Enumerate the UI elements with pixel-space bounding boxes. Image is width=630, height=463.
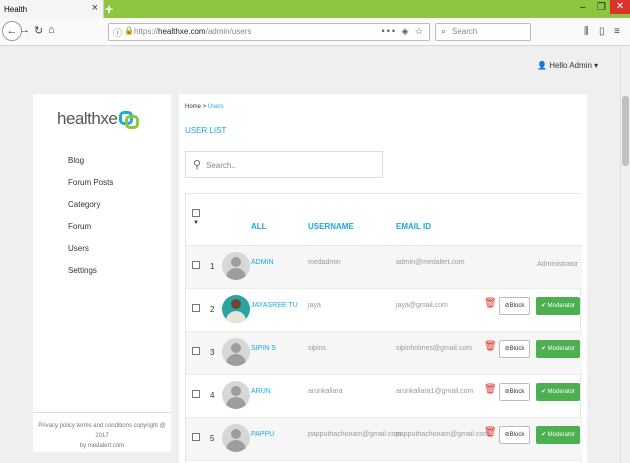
tab-close-icon[interactable]: ×: [92, 2, 98, 14]
sidebar-item-settings[interactable]: Settings: [68, 266, 113, 288]
search-icon: ⚲: [193, 159, 202, 171]
table-row: 4 ARUN arunkallara arunkallara1@gmail.co…: [186, 375, 582, 418]
user-name-link[interactable]: ARUN: [251, 388, 271, 395]
scroll-thumb[interactable]: [622, 96, 629, 166]
header-all[interactable]: ALL: [251, 222, 267, 231]
trash-icon[interactable]: 🗑: [484, 384, 497, 395]
healthxe-logo[interactable]: healthxe: [57, 108, 140, 130]
row-checkbox[interactable]: [192, 304, 200, 312]
moderator-button[interactable]: ✔ Moderator: [536, 383, 580, 401]
user-menu[interactable]: 👤 Hello Admin ▾: [537, 61, 598, 70]
row-checkbox[interactable]: [192, 433, 200, 441]
window-close-icon[interactable]: ✕: [610, 0, 630, 14]
sidebar-item-blog[interactable]: Blog: [68, 156, 113, 178]
block-button[interactable]: ⊘Block: [499, 426, 530, 444]
block-button[interactable]: ⊘Block: [499, 297, 530, 315]
user-icon: 👤: [537, 61, 547, 70]
block-button[interactable]: ⊘Block: [499, 383, 530, 401]
restore-icon[interactable]: ❐: [597, 0, 606, 16]
check-icon: ✔: [540, 303, 548, 309]
main-panel: Home > Users USER LIST ⚲ Search.. ▼ ALL …: [179, 94, 587, 463]
avatar: [222, 424, 250, 452]
moderator-button[interactable]: ✔ Moderator: [536, 340, 580, 358]
check-icon: ✔: [540, 346, 548, 352]
tab-title: Health: [4, 4, 28, 14]
check-icon: ✔: [540, 432, 548, 438]
menu-icon[interactable]: ≡: [614, 26, 620, 37]
user-name-link[interactable]: JAYASREE TU: [251, 302, 298, 309]
user-search-input[interactable]: ⚲ Search..: [185, 151, 383, 178]
search-icon: ⌕: [441, 26, 447, 36]
row-checkbox[interactable]: [192, 390, 200, 398]
new-tab-button[interactable]: +: [105, 0, 113, 18]
caret-down-icon: ▾: [594, 61, 599, 70]
block-button[interactable]: ⊘Block: [499, 340, 530, 358]
table-row: 5 PAPPU papputhachonam@gmail.com papputh…: [186, 418, 582, 461]
trash-icon[interactable]: 🗑: [484, 298, 497, 309]
url-text: https://healthxe.com/admin/users: [134, 27, 252, 36]
avatar: [222, 338, 250, 366]
trash-icon[interactable]: 🗑: [484, 427, 497, 438]
sort-caret-icon[interactable]: ▼: [193, 220, 199, 226]
check-icon: ✔: [540, 389, 548, 395]
user-name-link[interactable]: PAPPU: [251, 431, 274, 438]
header-username[interactable]: USERNAME: [308, 222, 354, 231]
moderator-button[interactable]: ✔ Moderator: [536, 297, 580, 315]
forward-arrow-icon[interactable]: →: [19, 24, 30, 36]
library-icon[interactable]: ⫼: [584, 26, 589, 37]
browser-tab-bar: Health × + – ❐ ✕: [0, 0, 630, 18]
user-name-link[interactable]: SIPIN S: [251, 345, 276, 352]
sidebar-item-users[interactable]: Users: [68, 244, 113, 266]
browser-tab[interactable]: Health ×: [0, 0, 104, 18]
sidebar-item-forum-posts[interactable]: Forum Posts: [68, 178, 113, 200]
info-icon[interactable]: ⓘ: [113, 26, 122, 39]
reload-icon[interactable]: ↻: [34, 24, 43, 37]
row-checkbox[interactable]: [192, 347, 200, 355]
sidebar-item-category[interactable]: Category: [68, 200, 113, 222]
breadcrumb: Home > Users: [185, 104, 224, 110]
page-actions-icon[interactable]: ••• ◈ ☆: [382, 26, 425, 37]
role-label: Administrator: [537, 261, 579, 268]
breadcrumb-home[interactable]: Home: [185, 104, 201, 110]
avatar: [222, 295, 250, 323]
sidebar-item-forum[interactable]: Forum: [68, 222, 113, 244]
browser-nav-bar: ← → ↻ ⌂ ⓘ 🔒 https://healthxe.com/admin/u…: [0, 18, 630, 46]
user-name-link[interactable]: ADMIN: [251, 259, 274, 266]
sidebar-menu: Blog Forum Posts Category Forum Users Se…: [68, 156, 113, 288]
logo-mark-icon: [119, 108, 140, 130]
page-title: USER LIST: [185, 126, 227, 135]
minimize-icon[interactable]: –: [580, 0, 586, 16]
table-row: 2 JAYASREE TU jaya jaya@gmail.com 🗑 ⊘Blo…: [186, 289, 582, 332]
lock-icon: 🔒: [124, 26, 134, 35]
url-bar[interactable]: ⓘ 🔒 https://healthxe.com/admin/users •••…: [108, 23, 430, 41]
home-icon[interactable]: ⌂: [48, 24, 55, 36]
table-row: 3 SIPIN S sipins sipinholmes@gmail.com 🗑…: [186, 332, 582, 375]
header-email[interactable]: EMAIL ID: [396, 222, 431, 231]
select-all-checkbox[interactable]: [192, 209, 200, 217]
table-row: 1 ADMIN medadmin admin@medalert.com Admi…: [186, 246, 582, 289]
sidebar: healthxe Blog Forum Posts Category Forum…: [33, 94, 171, 452]
row-checkbox[interactable]: [192, 261, 200, 269]
page-scrollbar[interactable]: [620, 46, 630, 463]
table-header: ▼ ALL USERNAME EMAIL ID: [186, 194, 582, 246]
breadcrumb-current: Users: [207, 104, 224, 110]
moderator-button[interactable]: ✔ Moderator: [536, 426, 580, 444]
sidebar-toggle-icon[interactable]: ▯: [599, 26, 605, 37]
trash-icon[interactable]: 🗑: [484, 341, 497, 352]
avatar: [222, 252, 250, 280]
sidebar-footer: Privacy policy terms and conditions copy…: [33, 412, 171, 451]
browser-search-input[interactable]: ⌕ Search: [435, 23, 531, 41]
avatar: [222, 381, 250, 409]
user-table: ▼ ALL USERNAME EMAIL ID 1 ADMIN medadmin…: [185, 193, 582, 463]
